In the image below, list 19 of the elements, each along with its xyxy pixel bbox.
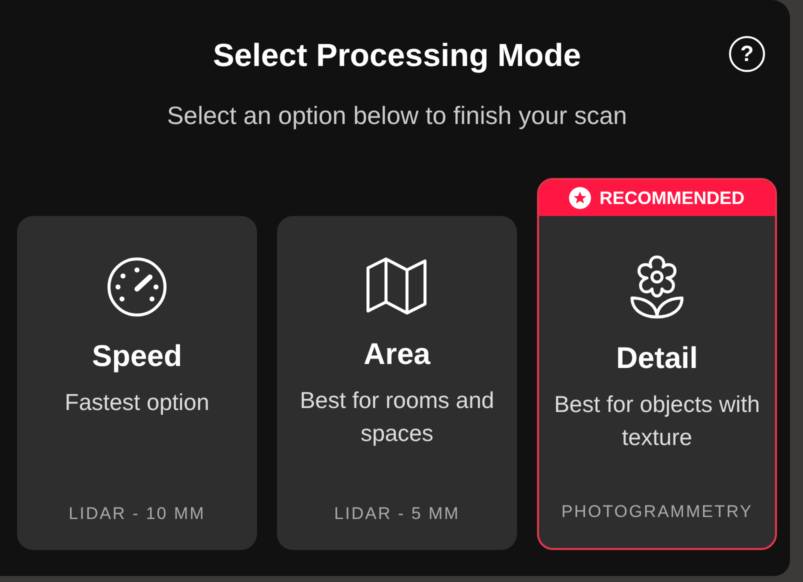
badge-label: RECOMMENDED [599,188,744,208]
help-button[interactable]: ? [729,36,765,72]
option-spec: PHOTOGRAMMETRY [561,502,753,522]
option-description: Fastest option [64,388,210,417]
dialog-title: Select Processing Mode [212,36,582,74]
map-icon [366,256,428,316]
option-description: Best for objects with texture [553,390,761,452]
option-card[interactable]: Area Best for rooms and spaces LIDAR - 5 MM [277,216,517,550]
option-title: Area [364,338,430,372]
option-description: Best for rooms and spaces [298,386,496,448]
option-spec: LIDAR - 5 MM [334,504,460,524]
option-title: Detail [616,342,698,376]
dialog-subtitle: Select an option below to finish your scan [166,102,628,131]
option-card[interactable]: Speed Fastest option LIDAR - 10 MM [17,216,257,550]
speedometer-icon [106,256,168,318]
flower-icon [629,254,685,320]
option-title: Speed [92,340,182,374]
option-card[interactable]: RECOMMENDED Detail Best for objects with texture PHOTOGRAMMETRY [537,178,777,550]
option-spec: LIDAR - 10 MM [68,504,206,524]
